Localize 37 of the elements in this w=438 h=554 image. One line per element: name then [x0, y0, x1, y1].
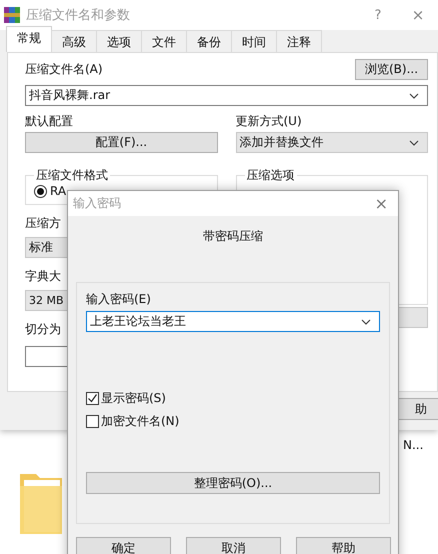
organize-passwords-button[interactable]: 整理密码(O)...: [86, 472, 380, 494]
field-label: 压缩文件名(A): [25, 61, 103, 78]
password-field[interactable]: 上老王论坛当老王: [86, 311, 380, 332]
chevron-down-icon: [409, 92, 419, 98]
close-button[interactable]: ×: [398, 6, 438, 24]
close-button[interactable]: ×: [374, 194, 388, 213]
tab[interactable]: 高级: [51, 30, 97, 52]
radio-label: RA: [50, 184, 66, 198]
help-button[interactable]: ?: [358, 8, 398, 22]
dialog-heading: 带密码压缩: [202, 228, 264, 245]
chevron-down-icon: [409, 140, 419, 146]
tab[interactable]: 注释: [276, 30, 322, 52]
group-label: 压缩文件格式: [35, 167, 109, 184]
checkbox-label: 显示密码(S): [101, 390, 166, 407]
group-label: 压缩选项: [246, 167, 296, 184]
radio-button[interactable]: [34, 184, 47, 198]
dialog-button[interactable]: 确定: [76, 537, 171, 554]
checkbox-label: 加密文件名(N): [101, 413, 180, 430]
field-label: 字典大: [25, 268, 62, 285]
chevron-down-icon: [361, 318, 371, 324]
field-label: 输入密码(E): [86, 291, 152, 308]
dialog-button[interactable]: 帮助: [296, 537, 391, 554]
checkbox[interactable]: [86, 392, 99, 405]
tab[interactable]: 常规: [6, 26, 52, 52]
checkbox[interactable]: [86, 415, 99, 428]
file-label: N...: [403, 438, 424, 452]
archive-name-field[interactable]: 抖音风裸舞.rar: [25, 85, 428, 106]
app-icon: [4, 7, 20, 23]
field-label: 默认配置: [25, 113, 74, 130]
field-label: 更新方式(U): [236, 113, 303, 130]
dialog-title: 输入密码: [73, 195, 121, 212]
profile-button[interactable]: 配置(F)...: [25, 132, 218, 153]
browse-button[interactable]: 浏览(B)...: [355, 59, 428, 80]
update-mode-dropdown[interactable]: 添加并替换文件: [236, 132, 428, 153]
window-title: 压缩文件名和参数: [26, 7, 131, 24]
dialog-button[interactable]: 取消: [186, 537, 281, 554]
field-label: 压缩方: [25, 215, 62, 232]
